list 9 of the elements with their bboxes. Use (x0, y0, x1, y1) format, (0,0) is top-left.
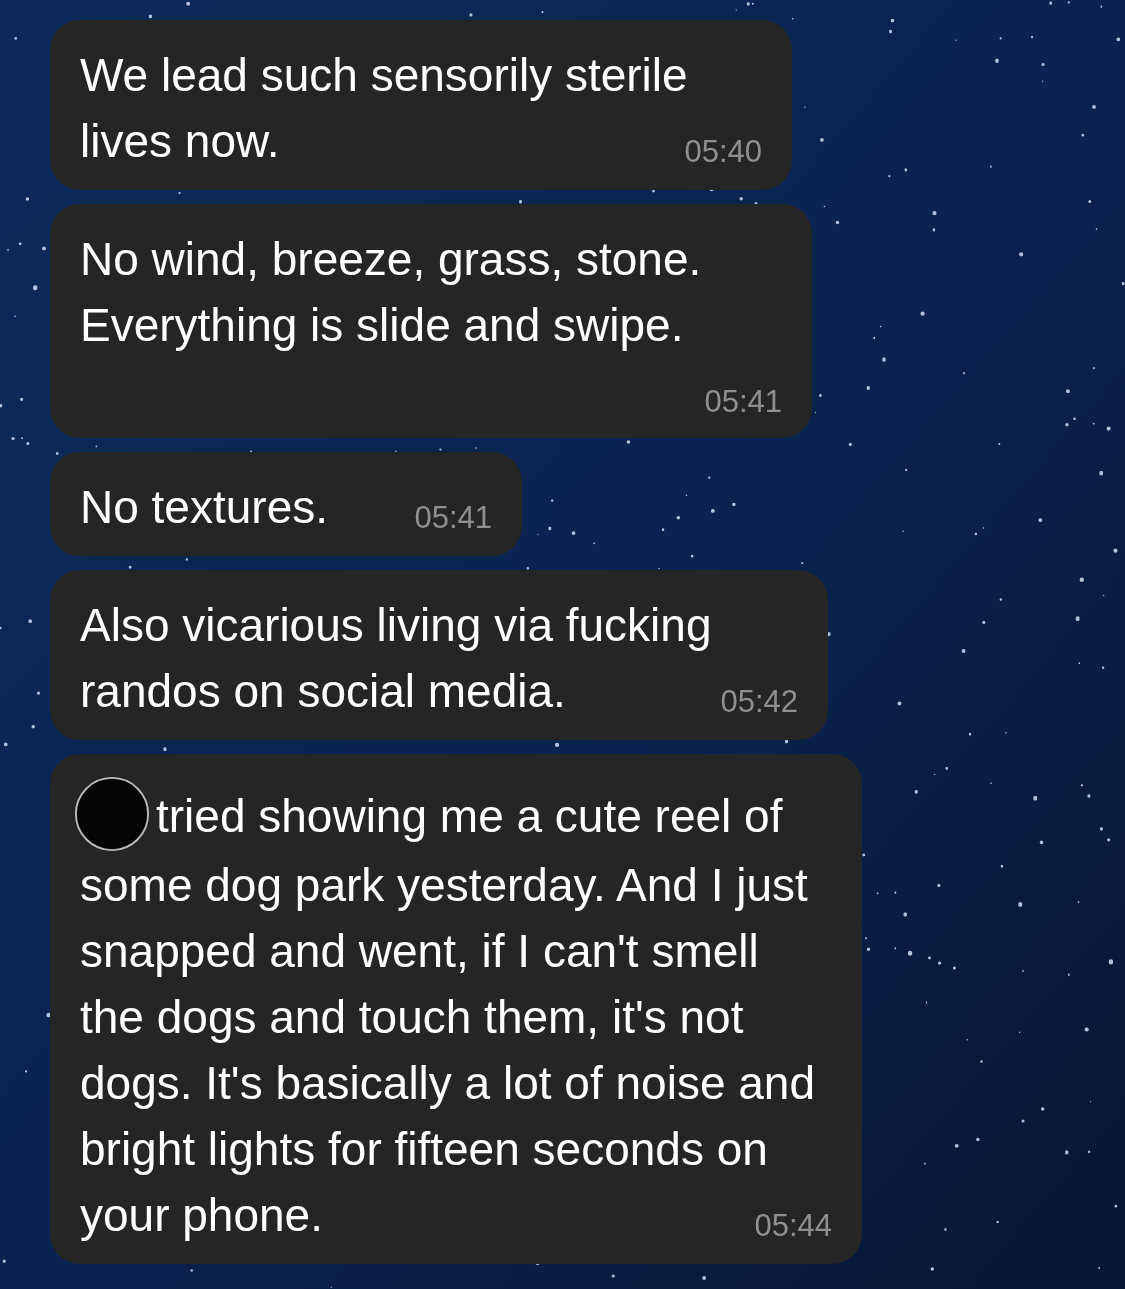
message-text: We lead such sensorily sterile lives now. 05:40 (80, 42, 762, 174)
message-time: 05:41 (704, 383, 782, 421)
message-time: 05:40 (684, 133, 762, 171)
message-time: 05:44 (754, 1207, 832, 1245)
message-time: 05:42 (720, 683, 798, 721)
message-time: 05:41 (414, 499, 492, 537)
message-text: Also vicarious living via fucking randos on social media. 05:42 (80, 592, 798, 724)
message-text: No textures. 05:41 (80, 474, 492, 540)
message-text: tried showing me a cute reel of some dog park yesterday. And I just snapped and went, if I can't smell the dogs and touch them, it's not dogs. It's basically a lot of noise and bright lights for fifteen seconds on your phone. 05:44 (80, 776, 832, 1248)
